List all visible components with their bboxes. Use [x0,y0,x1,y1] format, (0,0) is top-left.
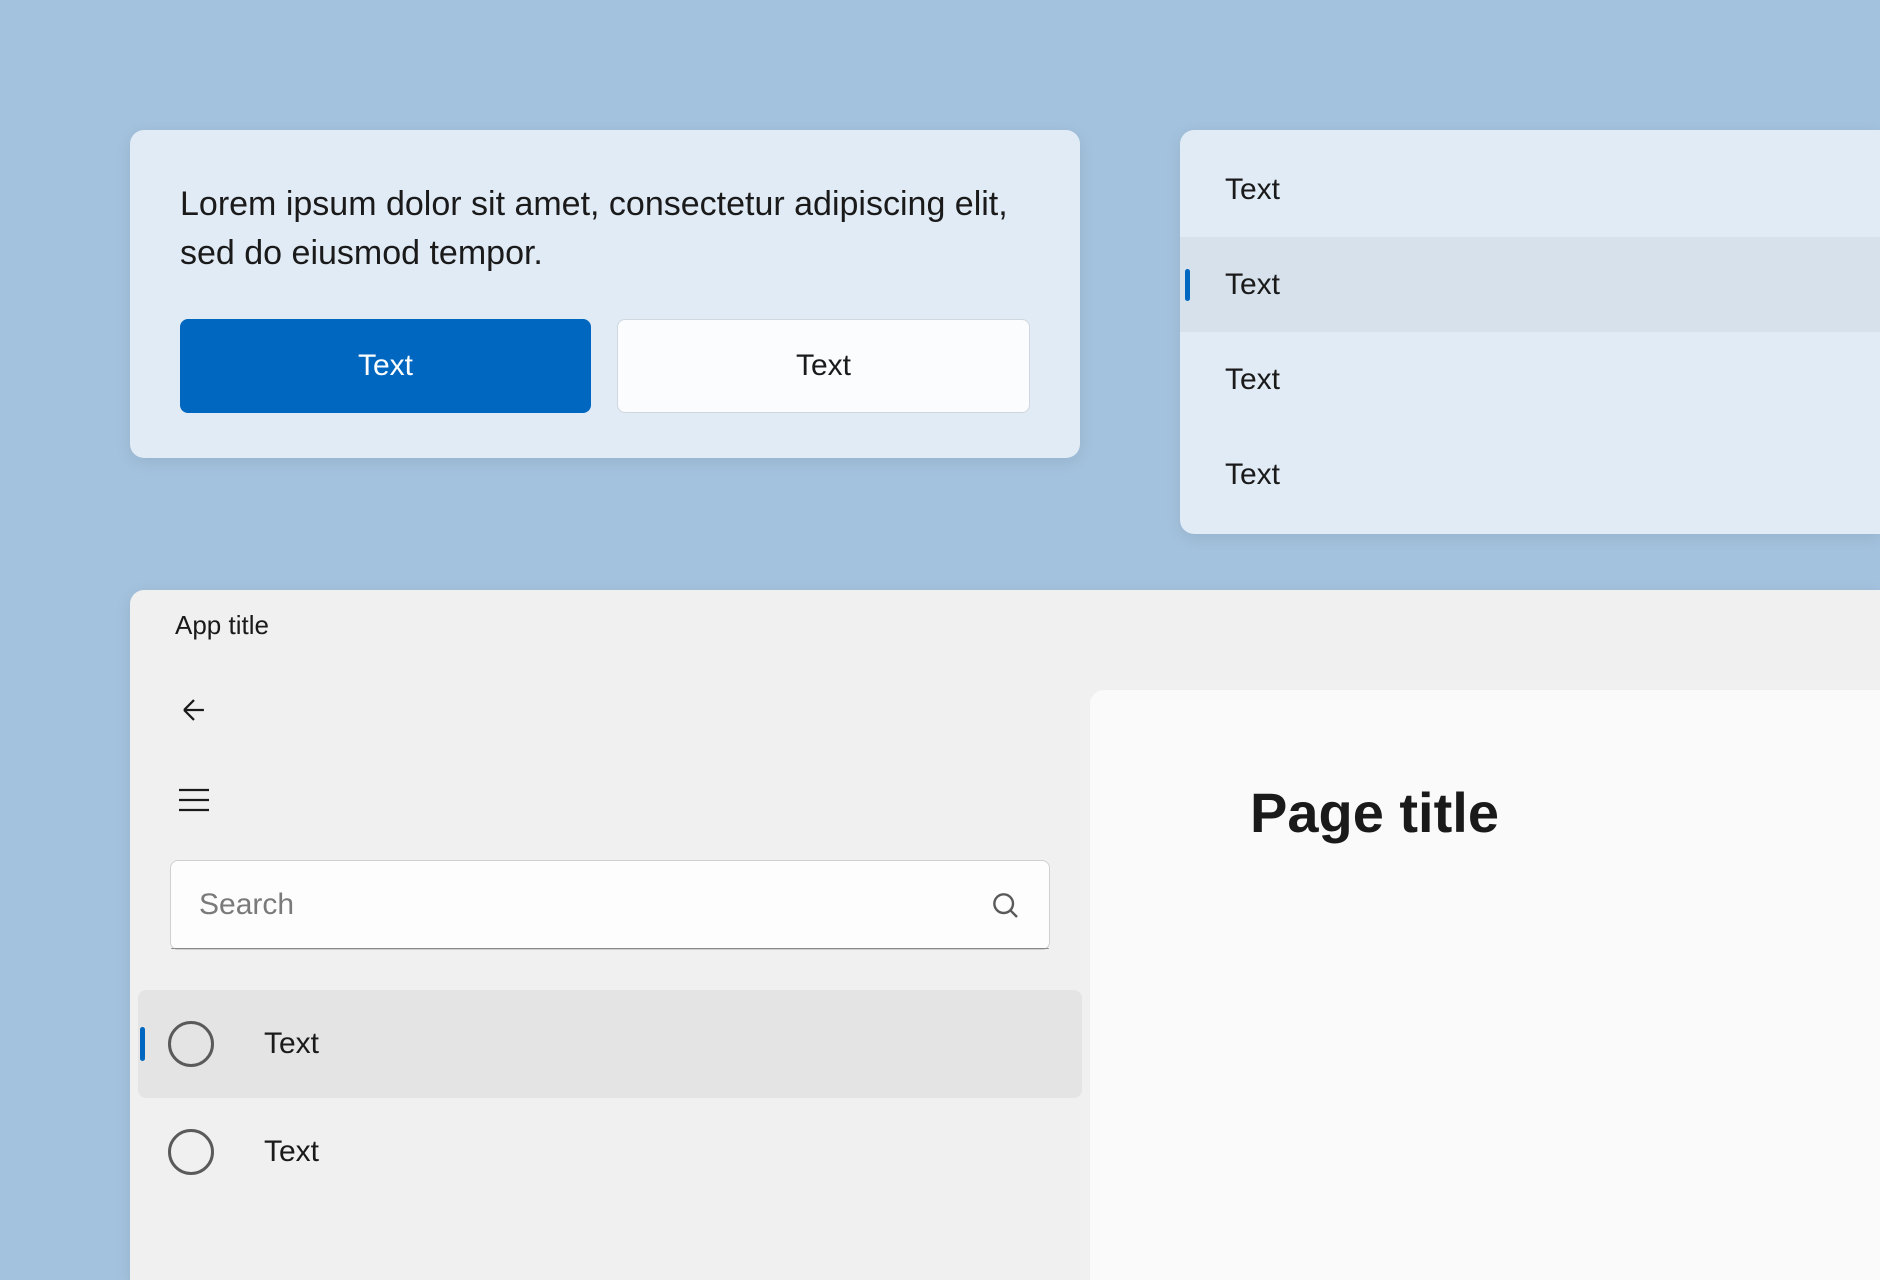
list-item-label: Text [1225,363,1280,397]
list-item[interactable]: Text [1180,142,1880,237]
circle-icon [168,1021,214,1067]
back-arrow-icon [177,693,211,727]
app-body: Text Text Page title [130,660,1880,1280]
app-window: App title [130,590,1880,1280]
list-card: Text Text Text Text [1180,130,1880,534]
app-title: App title [175,610,269,641]
app-title-bar: App title [130,590,1880,660]
search-input[interactable] [199,888,989,922]
sidebar: Text Text [130,660,1090,1280]
dialog-text: Lorem ipsum dolor sit amet, consectetur … [180,180,1030,279]
hamburger-icon [174,780,214,820]
primary-button[interactable]: Text [180,319,591,413]
dialog-buttons: Text Text [180,319,1030,413]
nav-item[interactable]: Text [138,990,1082,1098]
search-box[interactable] [170,860,1050,950]
nav-items: Text Text [130,990,1090,1206]
search-icon [989,889,1021,921]
list-item[interactable]: Text [1180,332,1880,427]
list-item-label: Text [1225,173,1280,207]
page-title: Page title [1250,780,1880,845]
nav-item-label: Text [264,1135,319,1169]
back-button[interactable] [164,680,224,740]
dialog-card: Lorem ipsum dolor sit amet, consectetur … [130,130,1080,458]
list-item-label: Text [1225,268,1280,302]
nav-item[interactable]: Text [138,1098,1082,1206]
list-item-label: Text [1225,458,1280,492]
content-area: Page title [1090,690,1880,1280]
secondary-button[interactable]: Text [617,319,1030,413]
list-item[interactable]: Text [1180,237,1880,332]
nav-item-label: Text [264,1027,319,1061]
list-item[interactable]: Text [1180,427,1880,522]
hamburger-button[interactable] [164,770,224,830]
circle-icon [168,1129,214,1175]
